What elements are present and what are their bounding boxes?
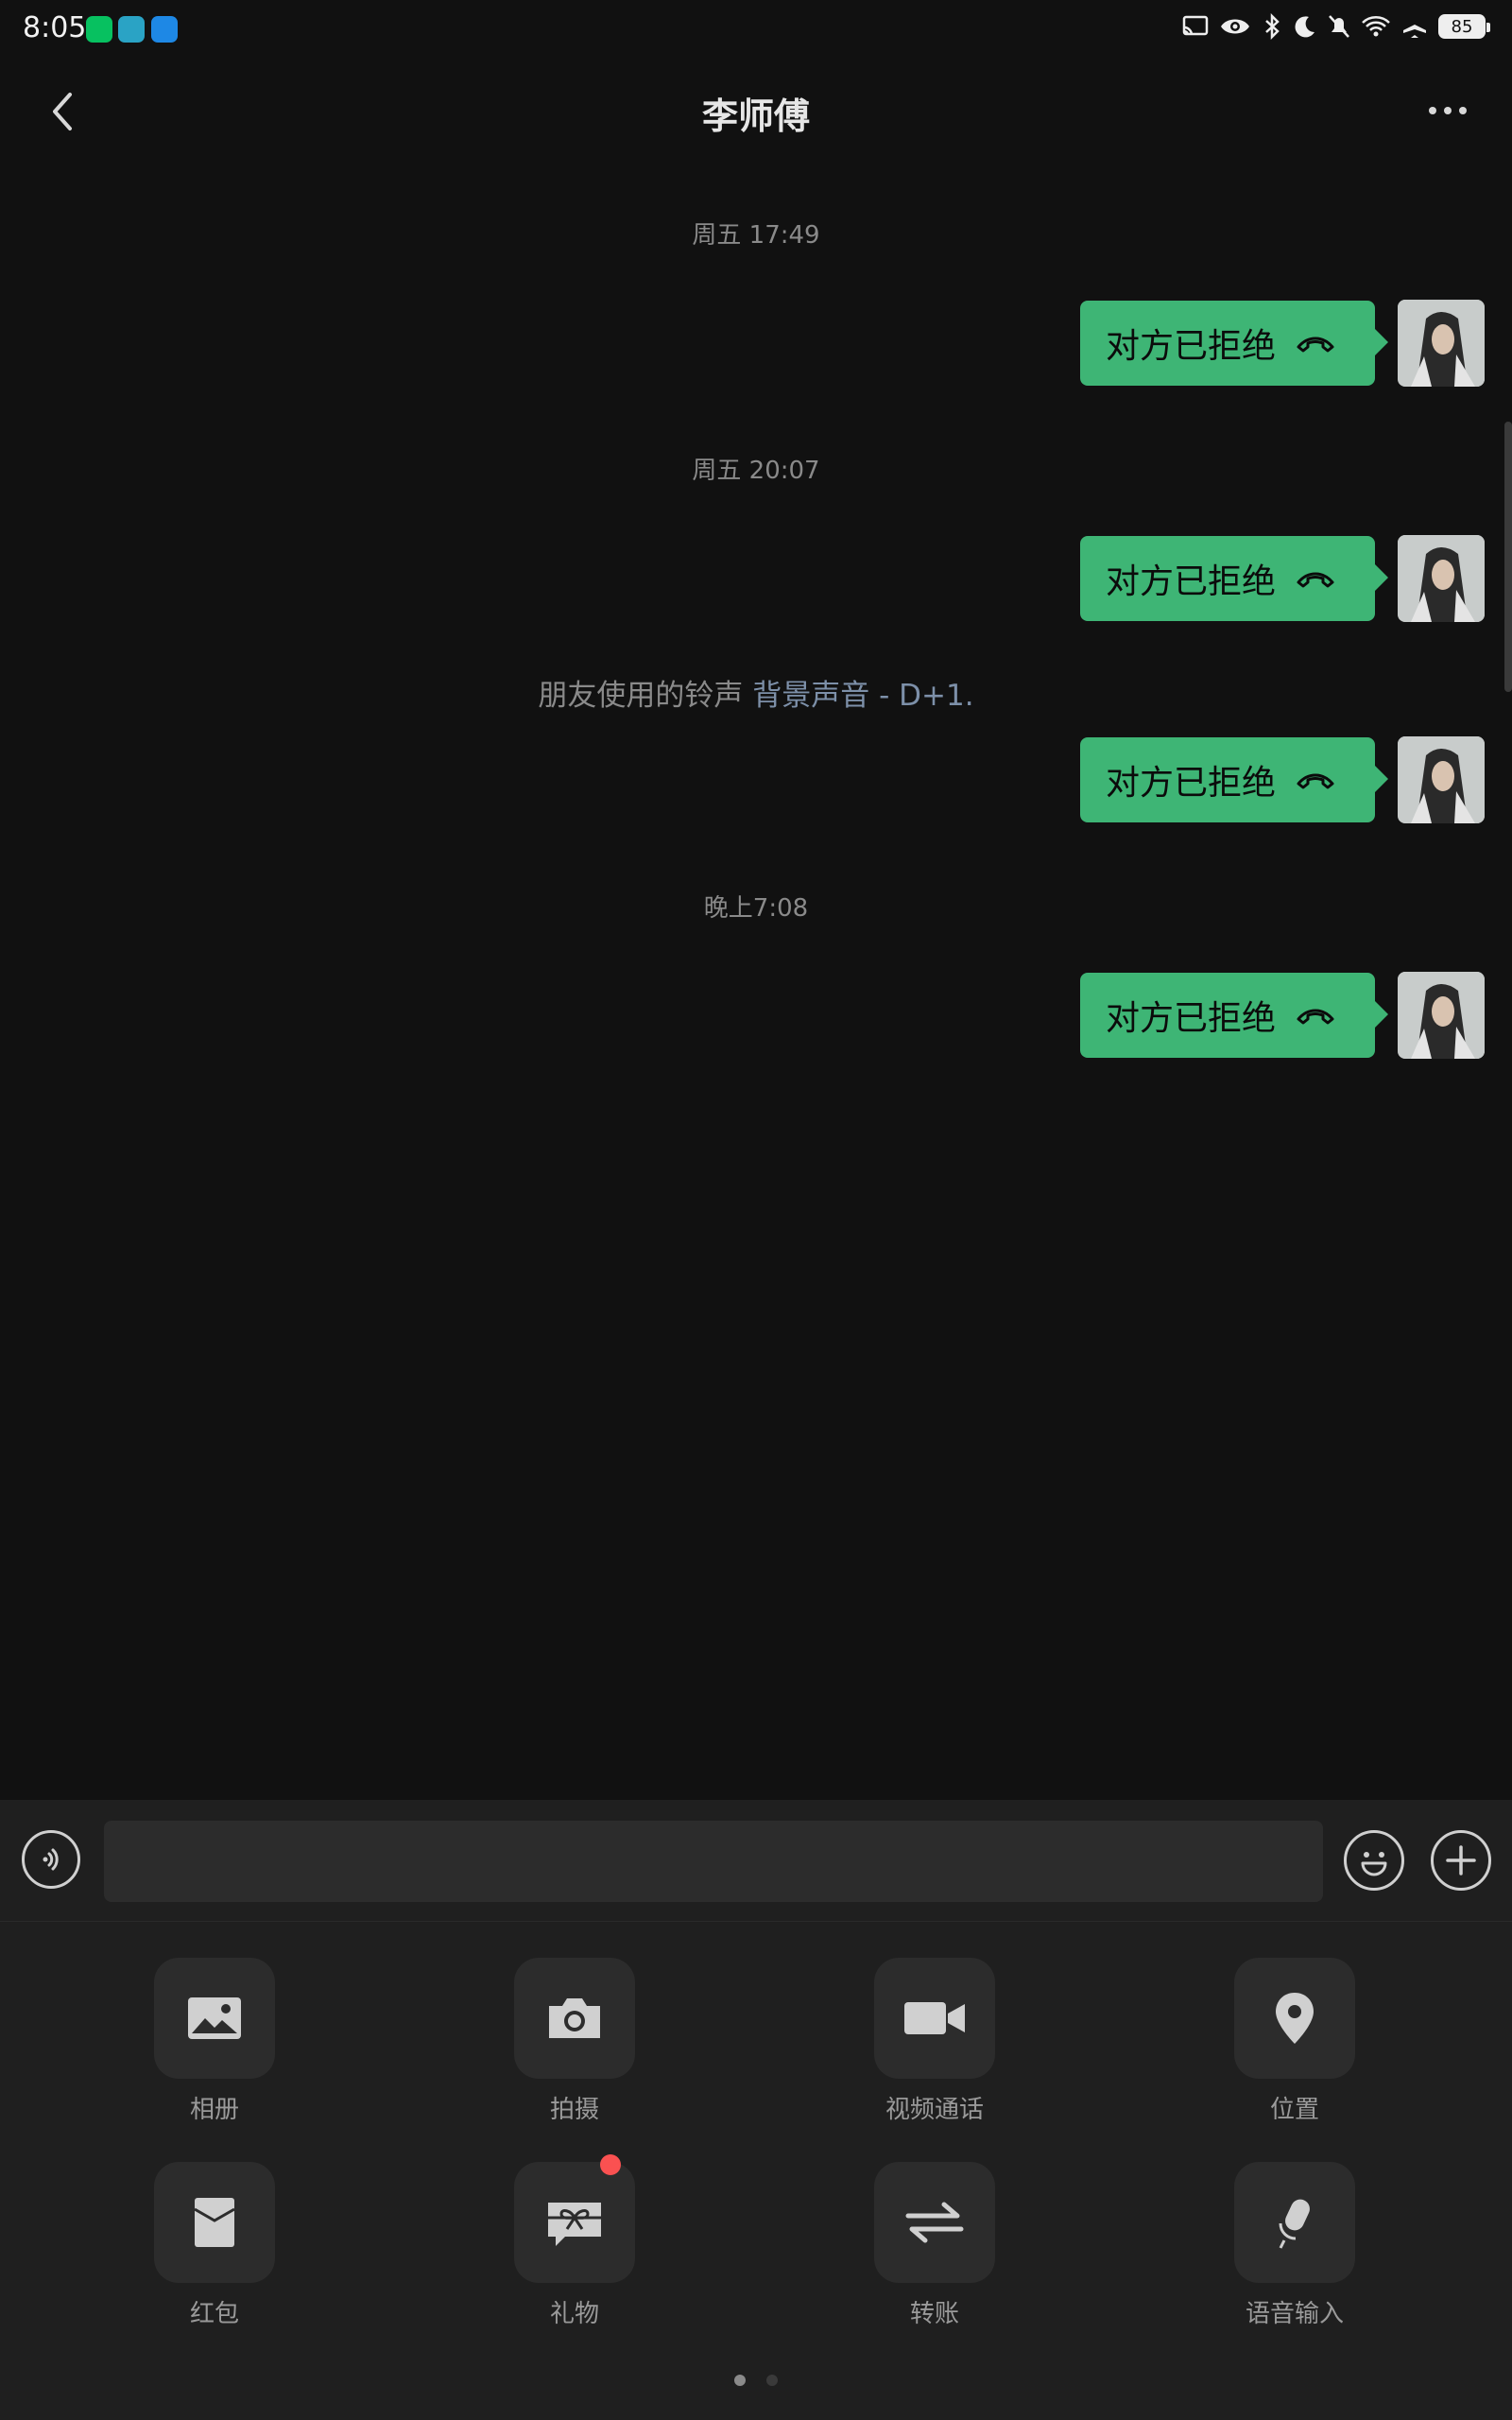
status-icons: 85 xyxy=(1181,13,1490,40)
tool-label: 转账 xyxy=(909,2300,959,2328)
tool-icon-box xyxy=(514,1958,635,2079)
page-dot[interactable] xyxy=(766,2375,778,2386)
voice-toggle-button[interactable] xyxy=(22,1830,80,1889)
location-pin-icon xyxy=(1276,1993,1314,2044)
voice-wave-icon xyxy=(43,1848,59,1871)
tool-label: 红包 xyxy=(189,2300,239,2328)
status-time: 8:05 xyxy=(23,11,87,44)
message-input[interactable] xyxy=(104,1821,1323,1902)
tool-label: 礼物 xyxy=(549,2300,599,2328)
bubble-text: 对方已拒绝 xyxy=(1106,999,1277,1038)
moon-icon xyxy=(1295,16,1314,38)
chat-screen: 8:05 85 李师傅 周五 17:49 对方已拒绝 周五 20:07 对方已拒… xyxy=(0,0,1512,2420)
red-packet-icon xyxy=(194,2198,235,2247)
tool-transfer[interactable]: 转账 xyxy=(840,2162,1029,2329)
gift-icon xyxy=(548,2203,601,2246)
avatar[interactable] xyxy=(1398,535,1485,622)
ringtone-prefix: 朋友使用的铃声 xyxy=(538,679,744,713)
avatar-image xyxy=(1398,736,1485,823)
message-timestamp: 周五 17:49 xyxy=(692,221,820,250)
tool-icon-box xyxy=(874,2162,995,2283)
tool-label: 位置 xyxy=(1269,2096,1319,2124)
tool-icon-box xyxy=(154,2162,275,2283)
tool-icon-box xyxy=(874,1958,995,2079)
smiley-icon xyxy=(1361,1852,1387,1876)
tool-camera[interactable]: 拍摄 xyxy=(480,1958,669,2125)
battery-level: 85 xyxy=(1451,16,1473,37)
tool-icon-box xyxy=(1234,2162,1355,2283)
photo-album-icon xyxy=(188,1997,241,2039)
avatar-image xyxy=(1398,300,1485,387)
status-bar: 8:05 85 xyxy=(0,0,1512,59)
call-declined-bubble[interactable]: 对方已拒绝 xyxy=(1080,737,1388,822)
call-declined-bubble[interactable]: 对方已拒绝 xyxy=(1080,973,1388,1058)
tool-gift[interactable]: 礼物 xyxy=(480,2154,669,2329)
chat-header: 李师傅 xyxy=(0,59,1512,164)
page-dot-active[interactable] xyxy=(734,2375,746,2386)
tool-video-call[interactable]: 视频通话 xyxy=(840,1958,1029,2125)
hangup-phone-icon xyxy=(1297,773,1334,789)
hangup-phone-icon xyxy=(1297,337,1334,353)
avatar-image xyxy=(1398,535,1485,622)
hangup-phone-icon xyxy=(1297,572,1334,588)
input-bar xyxy=(0,1800,1512,1921)
bubble-text: 对方已拒绝 xyxy=(1106,764,1277,803)
hangup-phone-icon xyxy=(1297,1009,1334,1025)
tool-label: 拍摄 xyxy=(549,2096,599,2124)
bubble-text: 对方已拒绝 xyxy=(1106,327,1277,366)
avatar[interactable] xyxy=(1398,972,1485,1059)
tool-icon-box xyxy=(154,1958,275,2079)
tool-label: 视频通话 xyxy=(885,2096,984,2124)
tool-red-packet[interactable]: 红包 xyxy=(120,2162,309,2329)
cloud-notification-icon xyxy=(151,16,178,43)
transfer-icon xyxy=(905,2202,964,2243)
airplane-icon xyxy=(1403,15,1426,38)
more-functions-button[interactable] xyxy=(1431,1830,1491,1891)
video-call-icon xyxy=(904,2002,965,2034)
ringtone-link[interactable]: 背景声音 - D+1. xyxy=(752,679,973,713)
avatar[interactable] xyxy=(1398,736,1485,823)
chat-title: 李师傅 xyxy=(701,95,810,137)
eye-icon xyxy=(1221,19,1249,34)
bubble-text: 对方已拒绝 xyxy=(1106,562,1277,601)
plus-icon xyxy=(1446,1845,1476,1876)
tool-icon-box xyxy=(514,2162,635,2283)
message-timestamp: 周五 20:07 xyxy=(692,457,820,485)
tool-icon-box xyxy=(1234,1958,1355,2079)
tool-photo-album[interactable]: 相册 xyxy=(120,1958,309,2125)
tool-voice-input[interactable]: 语音输入 xyxy=(1200,2162,1389,2329)
camera-icon xyxy=(549,1998,600,2038)
page-indicator xyxy=(0,2375,1512,2386)
emoji-button[interactable] xyxy=(1344,1830,1404,1891)
mute-icon xyxy=(1329,15,1349,38)
cast-icon xyxy=(1182,15,1209,36)
tool-label: 语音输入 xyxy=(1245,2300,1344,2328)
tool-label: 相册 xyxy=(189,2096,239,2124)
tool-location[interactable]: 位置 xyxy=(1200,1958,1389,2125)
more-button[interactable] xyxy=(1419,87,1476,134)
wifi-icon xyxy=(1362,16,1390,37)
download-notification-icon xyxy=(118,16,145,43)
avatar[interactable] xyxy=(1398,300,1485,387)
voice-input-icon xyxy=(1279,2199,1310,2249)
more-dots-icon xyxy=(1429,107,1467,114)
call-declined-bubble[interactable]: 对方已拒绝 xyxy=(1080,536,1388,621)
bluetooth-icon xyxy=(1265,13,1280,40)
message-timestamp: 晚上7:08 xyxy=(703,894,809,923)
scrollbar[interactable] xyxy=(1504,422,1512,692)
avatar-image xyxy=(1398,972,1485,1059)
ringtone-system-message: 朋友使用的铃声 背景声音 - D+1. xyxy=(0,671,1512,714)
battery-indicator: 85 xyxy=(1438,14,1490,39)
wechat-notification-icon xyxy=(86,16,112,43)
new-badge xyxy=(600,2154,621,2175)
call-declined-bubble[interactable]: 对方已拒绝 xyxy=(1080,301,1388,386)
